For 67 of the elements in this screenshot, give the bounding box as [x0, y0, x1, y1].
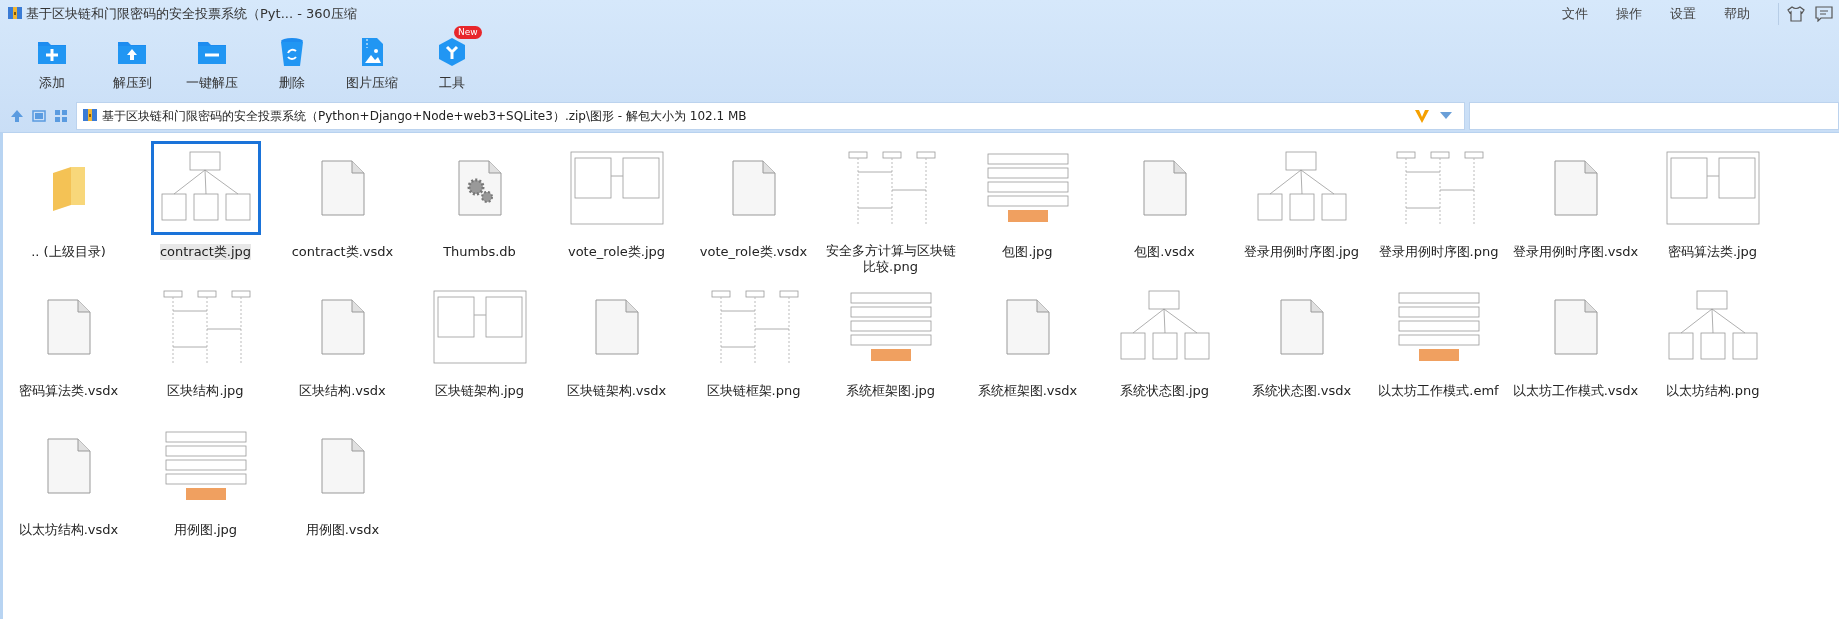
window-title: 基于区块链和门限密码的安全投票系统（Pyt... - 360压缩	[26, 5, 357, 23]
file-name[interactable]: 以太坊结构.png	[1665, 383, 1760, 399]
file-name[interactable]: 登录用例时序图.png	[1378, 244, 1499, 260]
settings-file-icon[interactable]	[457, 160, 502, 216]
search-field[interactable]	[1469, 102, 1839, 130]
file-name[interactable]: 系统状态图.jpg	[1119, 383, 1210, 399]
toolbar-button[interactable]: 一键解压	[172, 28, 252, 100]
menu-item[interactable]: 设置	[1670, 5, 1696, 23]
document-icon[interactable]	[46, 299, 91, 355]
menu-item[interactable]: 帮助	[1724, 5, 1750, 23]
toolbar-button[interactable]: 图片压缩	[332, 28, 412, 100]
grid-view-icon[interactable]	[54, 109, 68, 123]
v-logo-icon	[1414, 108, 1430, 124]
new-badge: New	[454, 26, 482, 39]
dropdown-caret-icon[interactable]	[1440, 112, 1452, 120]
file-name[interactable]: 系统状态图.vsdx	[1251, 383, 1352, 399]
file-name[interactable]: 以太坊结构.vsdx	[18, 522, 119, 538]
toolbar-button[interactable]: 添加	[12, 28, 92, 100]
document-icon[interactable]	[1142, 160, 1187, 216]
toolbar-button[interactable]: 删除	[252, 28, 332, 100]
address-field[interactable]: 基于区块链和门限密码的安全投票系统（Python+Django+Node+web3+SQLite3）.zip\图形 - 解包大小为 102.1 MB	[76, 102, 1465, 130]
file-name[interactable]: 用例图.vsdx	[305, 522, 380, 538]
file-name[interactable]: vote_role类.jpg	[567, 244, 666, 260]
menu-item[interactable]: 操作	[1616, 5, 1642, 23]
file-name[interactable]: 用例图.jpg	[173, 522, 238, 538]
message-icon[interactable]	[1815, 6, 1833, 22]
archive-icon	[8, 5, 22, 20]
file-name[interactable]: 区块结构.jpg	[167, 383, 244, 399]
file-name[interactable]: Thumbs.db	[443, 244, 516, 260]
file-name[interactable]: 区块链架构.jpg	[434, 383, 525, 399]
detail-view-icon[interactable]	[32, 109, 46, 123]
document-icon[interactable]	[1005, 299, 1050, 355]
document-icon[interactable]	[1553, 299, 1598, 355]
file-name[interactable]: vote_role类.vsdx	[699, 244, 808, 260]
file-name[interactable]: 区块结构.vsdx	[299, 383, 386, 399]
file-name[interactable]: 系统框架图.jpg	[845, 383, 936, 399]
file-name[interactable]: 区块链框架.png	[706, 383, 801, 399]
toolbar-button[interactable]: 解压到	[92, 28, 172, 100]
file-name[interactable]: contract类.jpg	[159, 244, 252, 260]
document-icon[interactable]	[1553, 160, 1598, 216]
file-name[interactable]: contract类.vsdx	[291, 244, 394, 260]
cube-icon	[436, 36, 468, 68]
file-name[interactable]: 以太坊工作模式.vsdx	[1512, 383, 1639, 399]
file-name[interactable]: 登录用例时序图.vsdx	[1512, 244, 1639, 260]
file-name[interactable]: 以太坊工作模式.emf	[1378, 383, 1499, 399]
up-arrow-icon[interactable]	[10, 109, 24, 123]
file-name[interactable]: 系统框架图.vsdx	[977, 383, 1078, 399]
document-icon[interactable]	[320, 299, 365, 355]
document-icon[interactable]	[594, 299, 639, 355]
menu-item[interactable]: 文件	[1562, 5, 1588, 23]
file-name[interactable]: 安全多方计算与区块链比较.png	[825, 243, 956, 275]
document-icon[interactable]	[731, 160, 776, 216]
document-icon[interactable]	[320, 438, 365, 494]
document-icon[interactable]	[46, 438, 91, 494]
file-name[interactable]: 密码算法类.jpg	[1667, 244, 1758, 260]
file-name[interactable]: 密码算法类.vsdx	[18, 383, 119, 399]
document-icon[interactable]	[320, 160, 365, 216]
document-icon[interactable]	[1279, 299, 1324, 355]
file-name[interactable]: .. (上级目录)	[31, 244, 106, 260]
file-name[interactable]: 包图.jpg	[1002, 244, 1053, 260]
file-name[interactable]: 登录用例时序图.jpg	[1243, 244, 1360, 260]
file-name[interactable]: 包图.vsdx	[1134, 244, 1195, 260]
folder-icon[interactable]	[50, 165, 87, 211]
archive-icon	[83, 107, 97, 122]
shirt-icon[interactable]	[1787, 6, 1805, 22]
toolbar-button[interactable]: New 工具	[412, 28, 492, 100]
file-name[interactable]: 区块链架构.vsdx	[566, 383, 667, 399]
